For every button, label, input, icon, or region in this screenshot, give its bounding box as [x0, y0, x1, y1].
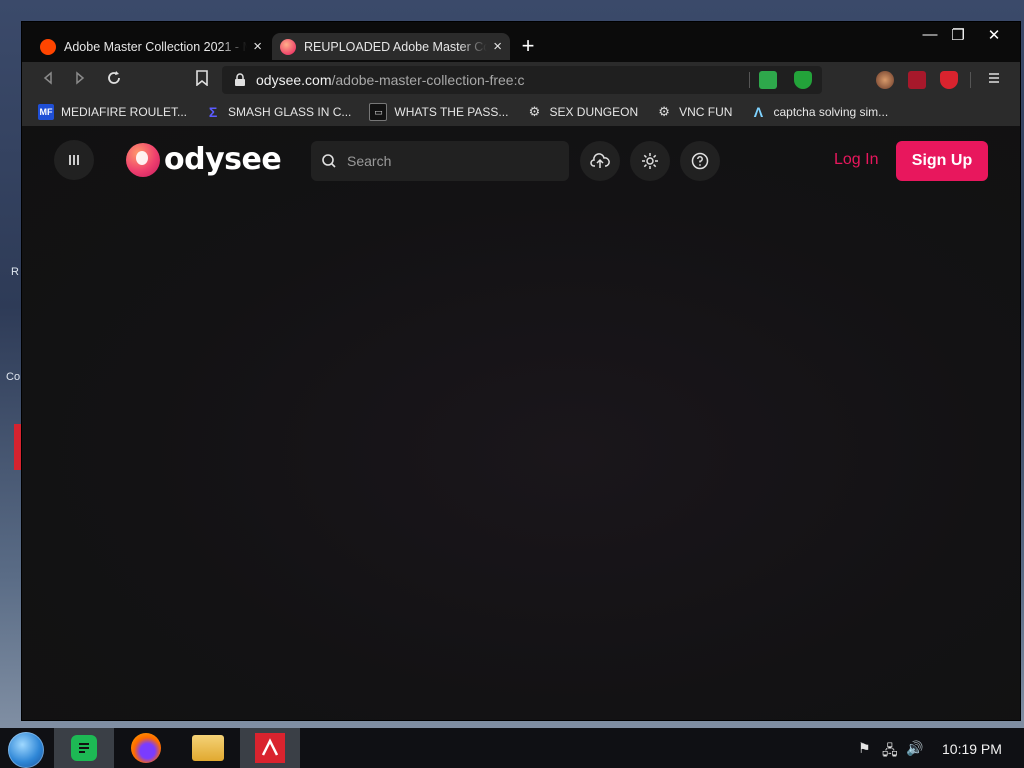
- bookmark-mediafire-roulette[interactable]: MF MEDIAFIRE ROULET...: [38, 104, 187, 120]
- bookmark-label: SEX DUNGEON: [549, 105, 639, 119]
- volume-icon[interactable]: 🔊: [906, 740, 923, 757]
- start-button[interactable]: [8, 732, 44, 768]
- site-header: odysee Log In Sign Up: [22, 126, 1020, 196]
- bookmark-label: MEDIAFIRE ROULET...: [61, 105, 188, 119]
- upload-button[interactable]: [580, 141, 620, 181]
- tab-reuploaded-adobe[interactable]: REUPLOADED Adobe Master Colle ×: [272, 33, 510, 60]
- taskbar-app-notes[interactable]: [54, 728, 114, 768]
- extension-shield-icon[interactable]: [794, 71, 812, 89]
- reload-icon: [108, 71, 120, 84]
- login-link[interactable]: Log In: [834, 151, 878, 169]
- bookmark-button[interactable]: [192, 70, 212, 90]
- extension-lock-icon[interactable]: [908, 71, 926, 89]
- help-icon: [691, 152, 709, 170]
- avira-icon: [255, 733, 285, 763]
- mediafire-icon: MF: [38, 104, 54, 120]
- network-icon[interactable]: 🖧: [882, 740, 898, 764]
- bookmark-vnc-fun[interactable]: ⚙ VNC FUN: [656, 104, 732, 120]
- desktop-icon-label: Co: [6, 371, 21, 383]
- tab-close-icon[interactable]: ×: [493, 38, 502, 55]
- maximize-button[interactable]: ❐: [944, 26, 972, 44]
- bookmark-captcha-solving[interactable]: Λ captcha solving sim...: [750, 104, 888, 120]
- extension-chat-icon[interactable]: [759, 71, 777, 89]
- search-icon: [322, 154, 336, 168]
- browser-menu-button[interactable]: [984, 70, 1004, 90]
- hamburger-menu-icon: [989, 73, 999, 83]
- tab-title: REUPLOADED Adobe Master Colle: [304, 39, 488, 54]
- bot-icon: ⚙: [658, 104, 670, 119]
- taskbar-app-firefox[interactable]: [116, 728, 176, 768]
- clock[interactable]: 10:19 PM: [942, 741, 1002, 757]
- settings-button[interactable]: [630, 141, 670, 181]
- bookmark-label: WHATS THE PASS...: [394, 105, 509, 119]
- divider: [970, 72, 971, 88]
- tab-strip: Adobe Master Collection 2021 - M × REUPL…: [22, 22, 1020, 66]
- sigma-icon: Σ: [208, 104, 218, 120]
- tab-title: Adobe Master Collection 2021 - M: [64, 39, 248, 54]
- sidebar-toggle-button[interactable]: [54, 140, 94, 180]
- close-window-button[interactable]: ✕: [980, 26, 1008, 44]
- taskbar-app-avira[interactable]: [240, 728, 300, 768]
- tab-adobe-master-collection[interactable]: Adobe Master Collection 2021 - M ×: [32, 33, 270, 60]
- desktop-icon: [14, 424, 22, 470]
- laptop-icon: ▭: [369, 103, 388, 121]
- minimize-button[interactable]: —: [916, 26, 944, 43]
- browser-window: Adobe Master Collection 2021 - M × REUPL…: [22, 22, 1020, 720]
- menu-bars-icon: [69, 155, 79, 165]
- back-button[interactable]: [38, 70, 58, 90]
- extension-shield-red-icon[interactable]: [940, 71, 958, 89]
- search-box[interactable]: [311, 141, 569, 181]
- reload-button[interactable]: [104, 70, 124, 90]
- file-explorer-icon: [192, 735, 224, 761]
- bookmark-label: VNC FUN: [679, 105, 733, 119]
- browser-toolbar: odysee.com /adobe-master-collection-free…: [22, 62, 1020, 98]
- help-button[interactable]: [680, 141, 720, 181]
- desktop-icon-label: R: [11, 266, 19, 278]
- site-name: odysee: [164, 142, 282, 177]
- back-arrow-icon: [43, 71, 52, 85]
- bookmarks-bar: MF MEDIAFIRE ROULET... Σ SMASH GLASS IN …: [22, 98, 1020, 126]
- bookmark-label: captcha solving sim...: [773, 105, 889, 119]
- odysee-favicon-icon: [280, 38, 296, 55]
- cloud-upload-icon: [590, 153, 610, 168]
- forward-button[interactable]: [70, 70, 90, 90]
- url-host: odysee.com: [256, 72, 332, 88]
- lambda-icon: Λ: [753, 104, 764, 120]
- reddit-icon: [40, 38, 56, 55]
- divider: [749, 72, 750, 88]
- bookmark-icon: [196, 70, 208, 87]
- bot-icon: ⚙: [528, 104, 541, 119]
- forward-arrow-icon: [76, 71, 85, 85]
- profile-avatar-icon[interactable]: [876, 71, 894, 89]
- notes-app-icon: [71, 735, 97, 761]
- tab-close-icon[interactable]: ×: [253, 38, 262, 55]
- page-content: odysee Log In Sign Up: [22, 126, 1020, 720]
- bookmark-sex-dungeon[interactable]: ⚙ SEX DUNGEON: [526, 104, 639, 120]
- action-center-flag-icon[interactable]: ⚑: [858, 740, 871, 757]
- odysee-logo-icon: [126, 142, 160, 177]
- search-input[interactable]: [345, 152, 549, 170]
- bookmark-label: SMASH GLASS IN C...: [228, 105, 352, 119]
- gear-icon: [642, 153, 658, 169]
- firefox-icon: [131, 733, 161, 763]
- bookmark-smash-glass[interactable]: Σ SMASH GLASS IN C...: [205, 104, 352, 120]
- new-tab-button[interactable]: +: [516, 35, 540, 59]
- address-bar[interactable]: odysee.com /adobe-master-collection-free…: [222, 66, 822, 94]
- bookmark-whats-the-pass[interactable]: ▭ WHATS THE PASS...: [369, 103, 508, 121]
- lock-icon: [235, 73, 245, 86]
- sign-up-button[interactable]: Sign Up: [896, 141, 988, 181]
- odysee-logo[interactable]: odysee: [126, 142, 282, 177]
- url-path: /adobe-master-collection-free:c: [331, 72, 525, 88]
- taskbar: ⚑ 🖧 🔊 10:19 PM: [0, 728, 1024, 768]
- taskbar-app-file-explorer[interactable]: [178, 728, 238, 768]
